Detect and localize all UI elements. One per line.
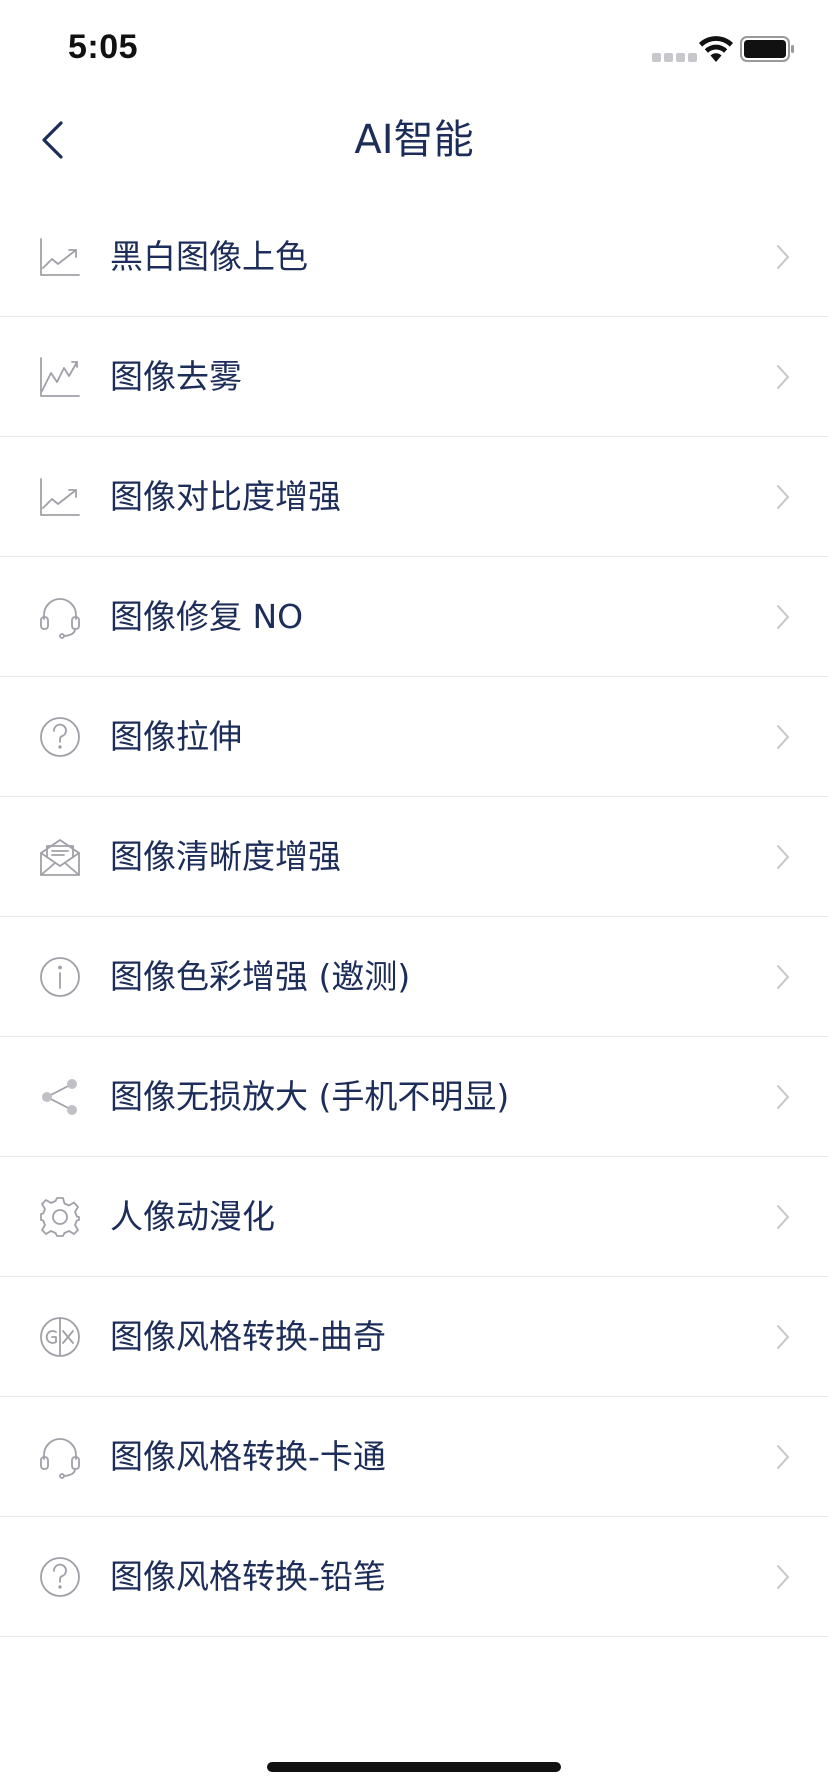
chevron-right-icon — [777, 964, 789, 989]
list-item-label: 图像清晰度增强 — [110, 837, 341, 876]
feature-list: 黑白图像上色 图像去雾 图像对比度增强 图像修复 NO 图像拉伸 图像清晰度增强… — [0, 197, 828, 1637]
list-item-label: 图像风格转换-曲奇 — [110, 1317, 386, 1356]
list-item-repair[interactable]: 图像修复 NO — [0, 557, 828, 677]
trending-up-icon — [38, 475, 82, 519]
chevron-right-icon — [777, 1324, 789, 1349]
status-bar: 5:05 — [0, 0, 828, 100]
chevron-right-icon — [777, 604, 789, 629]
list-item-sharpness[interactable]: 图像清晰度增强 — [0, 797, 828, 917]
list-item-label: 人像动漫化 — [110, 1197, 275, 1236]
list-item-colorize[interactable]: 黑白图像上色 — [0, 197, 828, 317]
chevron-right-icon — [777, 1564, 789, 1589]
list-item-anime[interactable]: 人像动漫化 — [0, 1157, 828, 1277]
chevron-right-icon — [777, 1444, 789, 1469]
list-item-style-cartoon[interactable]: 图像风格转换-卡通 — [0, 1397, 828, 1517]
share-icon — [38, 1075, 82, 1119]
list-item-color-enhance[interactable]: 图像色彩增强 (邀测) — [0, 917, 828, 1037]
list-item-style-cookie[interactable]: 图像风格转换-曲奇 — [0, 1277, 828, 1397]
headset-icon — [38, 1435, 82, 1479]
chevron-right-icon — [777, 724, 789, 749]
trending-up-icon — [38, 235, 82, 279]
chevron-right-icon — [777, 1084, 789, 1109]
chevron-right-icon — [777, 484, 789, 509]
list-item-stretch[interactable]: 图像拉伸 — [0, 677, 828, 797]
cellular-signal-icon — [652, 53, 697, 62]
chevron-right-icon — [777, 364, 789, 389]
list-item-style-pencil[interactable]: 图像风格转换-铅笔 — [0, 1517, 828, 1637]
navigation-bar: AI智能 — [0, 100, 828, 188]
chevron-right-icon — [777, 1204, 789, 1229]
translate-icon — [38, 1315, 82, 1359]
list-item-dehaze[interactable]: 图像去雾 — [0, 317, 828, 437]
chevron-right-icon — [777, 244, 789, 269]
wifi-icon — [699, 36, 733, 62]
list-item-label: 图像对比度增强 — [110, 477, 341, 516]
info-circle-icon — [38, 955, 82, 999]
chevron-right-icon — [777, 844, 789, 869]
mail-open-icon — [38, 835, 82, 879]
list-item-label: 图像拉伸 — [110, 717, 242, 756]
gear-icon — [38, 1195, 82, 1239]
page-title: AI智能 — [354, 117, 474, 163]
list-item-label: 图像风格转换-卡通 — [110, 1437, 386, 1476]
list-item-label: 黑白图像上色 — [110, 237, 308, 276]
list-item-label: 图像修复 NO — [110, 597, 304, 636]
list-item-label: 图像色彩增强 (邀测) — [110, 957, 411, 996]
list-item-contrast[interactable]: 图像对比度增强 — [0, 437, 828, 557]
line-chart-icon — [38, 355, 82, 399]
battery-icon — [740, 36, 794, 62]
list-item-label: 图像无损放大 (手机不明显) — [110, 1077, 510, 1116]
question-circle-icon — [38, 1555, 82, 1599]
list-item-label: 图像风格转换-铅笔 — [110, 1557, 386, 1596]
list-item-upscale[interactable]: 图像无损放大 (手机不明显) — [0, 1037, 828, 1157]
question-circle-icon — [38, 715, 82, 759]
list-item-label: 图像去雾 — [110, 357, 242, 396]
status-time: 5:05 — [68, 28, 139, 66]
home-indicator[interactable] — [267, 1762, 561, 1772]
headset-icon — [38, 595, 82, 639]
